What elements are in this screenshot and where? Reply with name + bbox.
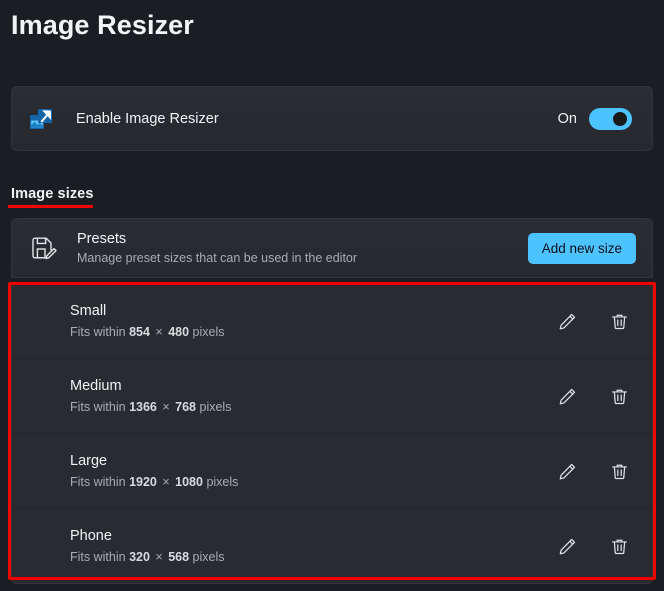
enable-image-resizer-toggle[interactable]	[589, 108, 632, 130]
preset-name: Phone	[70, 526, 554, 546]
row-actions	[554, 533, 632, 559]
enable-image-resizer-label: Enable Image Resizer	[76, 111, 558, 127]
preset-width: 854	[129, 325, 150, 339]
table-row[interactable]: Large Fits within 1920 × 1080 pixels	[11, 434, 653, 509]
table-row[interactable]: Small Fits within 854 × 480 pixels	[11, 284, 653, 359]
fits-within-label: Fits within	[70, 475, 126, 489]
row-actions	[554, 458, 632, 484]
trash-icon[interactable]	[606, 383, 632, 409]
preset-width: 1920	[129, 475, 157, 489]
preset-list: Small Fits within 854 × 480 pixels	[11, 284, 653, 584]
section-header-annotation-underline	[8, 205, 93, 208]
preset-dimensions: Fits within 320 × 568 pixels	[70, 548, 554, 566]
enable-image-resizer-card: Enable Image Resizer On	[11, 86, 653, 151]
preset-info: Phone Fits within 320 × 568 pixels	[70, 526, 554, 566]
trash-icon[interactable]	[606, 308, 632, 334]
pixels-label: pixels	[193, 325, 225, 339]
save-edit-icon	[29, 234, 57, 262]
preset-dimensions: Fits within 854 × 480 pixels	[70, 323, 554, 341]
preset-name: Medium	[70, 376, 554, 396]
pencil-icon[interactable]	[554, 308, 580, 334]
fits-within-label: Fits within	[70, 550, 126, 564]
preset-height: 768	[175, 400, 196, 414]
pencil-icon[interactable]	[554, 458, 580, 484]
presets-title: Presets	[77, 230, 528, 249]
preset-dimensions: Fits within 1920 × 1080 pixels	[70, 473, 554, 491]
row-actions	[554, 308, 632, 334]
trash-icon[interactable]	[606, 533, 632, 559]
pixels-label: pixels	[200, 400, 232, 414]
toggle-knob	[613, 112, 627, 126]
preset-info: Medium Fits within 1366 × 768 pixels	[70, 376, 554, 416]
preset-name: Large	[70, 451, 554, 471]
preset-name: Small	[70, 301, 554, 321]
pixels-label: pixels	[206, 475, 238, 489]
preset-height: 568	[168, 550, 189, 564]
image-resizer-app-icon	[29, 107, 53, 131]
add-new-size-button[interactable]: Add new size	[528, 233, 636, 264]
fits-within-label: Fits within	[70, 325, 126, 339]
page-title: Image Resizer	[11, 6, 194, 44]
preset-info: Large Fits within 1920 × 1080 pixels	[70, 451, 554, 491]
times-symbol: ×	[160, 400, 171, 414]
preset-height: 480	[168, 325, 189, 339]
preset-dimensions: Fits within 1366 × 768 pixels	[70, 398, 554, 416]
enable-toggle-group: On	[558, 108, 632, 130]
fits-within-label: Fits within	[70, 400, 126, 414]
presets-text-group: Presets Manage preset sizes that can be …	[77, 230, 528, 267]
times-symbol: ×	[160, 475, 171, 489]
pixels-label: pixels	[193, 550, 225, 564]
preset-height: 1080	[175, 475, 203, 489]
pencil-icon[interactable]	[554, 533, 580, 559]
table-row[interactable]: Medium Fits within 1366 × 768 pixels	[11, 359, 653, 434]
trash-icon[interactable]	[606, 458, 632, 484]
toggle-state-label: On	[558, 111, 577, 127]
presets-header-card: Presets Manage preset sizes that can be …	[11, 218, 653, 278]
preset-info: Small Fits within 854 × 480 pixels	[70, 301, 554, 341]
presets-subtitle: Manage preset sizes that can be used in …	[77, 250, 528, 267]
preset-width: 1366	[129, 400, 157, 414]
times-symbol: ×	[153, 325, 164, 339]
pencil-icon[interactable]	[554, 383, 580, 409]
preset-width: 320	[129, 550, 150, 564]
image-sizes-section-header: Image sizes	[11, 186, 94, 202]
row-actions	[554, 383, 632, 409]
table-row[interactable]: Phone Fits within 320 × 568 pixels	[11, 509, 653, 584]
times-symbol: ×	[153, 550, 164, 564]
